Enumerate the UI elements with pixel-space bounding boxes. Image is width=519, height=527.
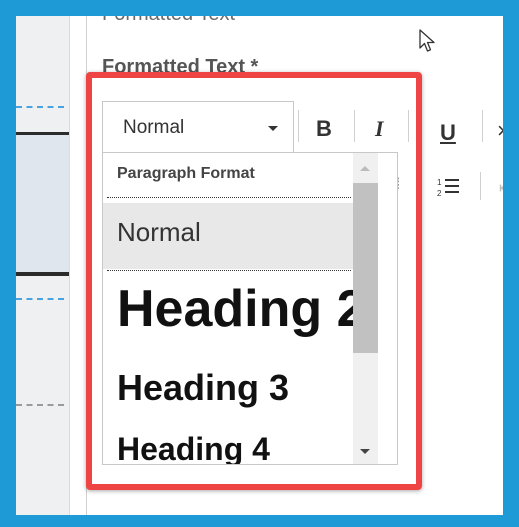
divider-bar [16, 272, 69, 276]
svg-text:2: 2 [437, 189, 442, 198]
toolbar-separator [482, 110, 483, 142]
dashed-guide [16, 106, 64, 108]
dashed-guide [16, 404, 64, 406]
screenshot-frame: Formatted Text Formatted Text * U × 1 2 … [0, 0, 519, 527]
toolbar-separator [480, 172, 481, 200]
underline-button[interactable]: U [440, 120, 456, 146]
left-panel [16, 16, 70, 515]
faded-section-title: Formatted Text [102, 3, 236, 25]
outdent-icon[interactable]: ⇤ [499, 178, 503, 198]
svg-text:1: 1 [437, 178, 442, 187]
highlight-box [86, 72, 422, 490]
left-panel-block [16, 135, 69, 273]
numbered-list-icon[interactable]: 1 2 [437, 176, 461, 198]
mouse-pointer-icon [419, 29, 435, 52]
strikethrough-button[interactable]: × [497, 118, 503, 144]
dashed-guide [16, 298, 64, 300]
